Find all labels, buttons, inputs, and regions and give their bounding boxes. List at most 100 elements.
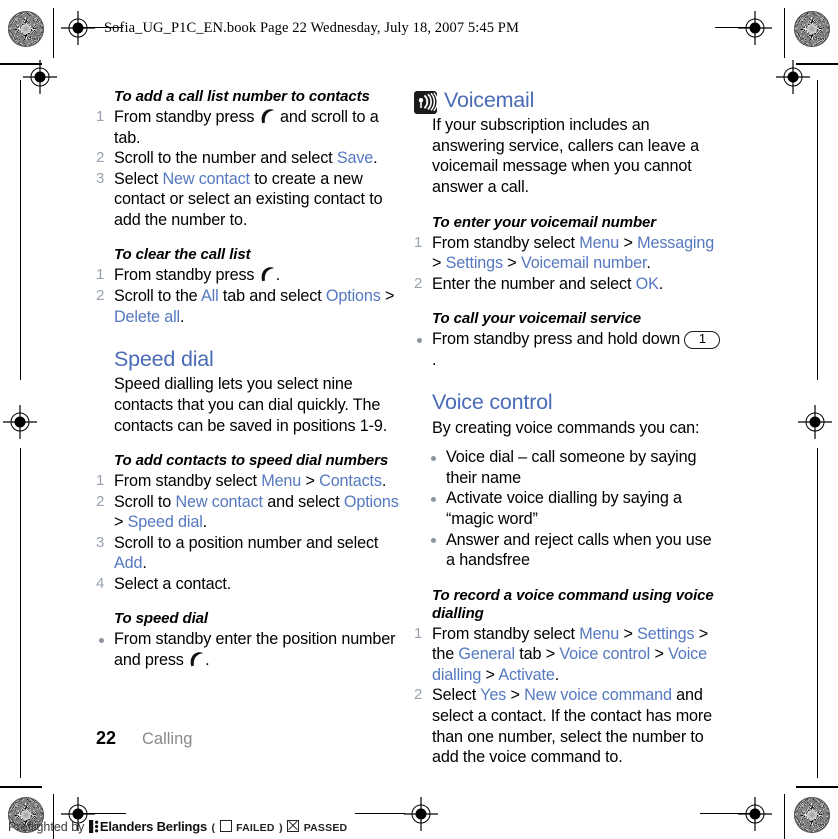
procedure-step: 1 From standby press .: [96, 266, 281, 285]
page-content: To add a call list number to contacts 1F…: [0, 0, 838, 839]
steps-add-call-list-number: 1 From standby press and scroll to a tab.…: [96, 107, 403, 230]
steps-add-contacts-speed-dial: 1 From standby select Menu > Contacts. 2 Sc…: [96, 471, 403, 594]
preflight-prefix: Preflighted by: [8, 820, 85, 834]
step-number: 2: [96, 149, 105, 167]
keypad-key-1: 1: [684, 331, 721, 350]
step-number: 1: [414, 233, 423, 251]
call-handset-icon: [259, 267, 276, 282]
procedure-step: 2 Scroll to the All tab and select Option…: [96, 286, 395, 326]
preflight-close-paren: ): [279, 822, 283, 834]
section-body-speed-dial: Speed dialling lets you select nine cont…: [114, 375, 388, 435]
menu-reference: General: [458, 645, 515, 664]
menu-reference: Options: [343, 492, 399, 511]
menu-reference: New voice command: [524, 686, 672, 705]
menu-reference: All: [200, 286, 219, 305]
bullet-dot-icon: [431, 538, 436, 544]
elanders-logo-icon: [88, 820, 100, 833]
menu-reference: Voice control: [559, 645, 651, 664]
menu-reference: New contact: [162, 169, 250, 188]
preflight-bar: Preflighted by Elanders Berlings ( FAILE…: [8, 818, 347, 836]
footer-page-number: 22: [96, 728, 117, 748]
menu-reference: Settings: [637, 624, 695, 643]
step-number: 1: [96, 266, 105, 284]
bullet-item: From standby enter the position number a…: [96, 629, 403, 670]
call-handset-icon: [188, 652, 205, 667]
voicemail-icon: [414, 91, 437, 114]
procedure-heading-record-voice-command: To record a voice command using voice di…: [432, 586, 714, 622]
page-footer: 22 Calling: [96, 728, 192, 749]
step-number: 3: [96, 169, 105, 187]
procedure-step: 1 From standby select Menu > Settings > t…: [414, 624, 709, 684]
bullet-item: Activate voice dialling by saying a “mag…: [414, 488, 721, 529]
step-number: 2: [414, 686, 423, 704]
step-number: 1: [414, 624, 423, 642]
bullet-dot-icon: [431, 455, 436, 461]
menu-reference: Voicemail number: [520, 254, 647, 273]
call-handset-icon: [259, 109, 276, 124]
menu-reference: Contacts: [319, 472, 382, 491]
menu-reference: Menu: [579, 624, 620, 643]
section-title-speed-dial: Speed dial: [114, 347, 214, 372]
bullet-dot-icon: [431, 496, 436, 502]
section-body-voice-control: By creating voice commands you can:: [432, 418, 700, 437]
procedure-heading-call-voicemail-service: To call your voicemail service: [432, 310, 642, 328]
menu-reference: OK: [635, 274, 659, 293]
preflight-failed-checkbox[interactable]: [219, 820, 232, 832]
section-body-voicemail: If your subscription includes an answeri…: [432, 116, 699, 197]
preflight-failed-label: FAILED: [236, 822, 275, 834]
procedure-step: 1 From standby press and scroll to a tab.: [96, 108, 379, 147]
bullet-dot-icon: [417, 337, 422, 343]
procedure-step: 2 Enter the number and select OK.: [414, 274, 664, 293]
menu-reference: Messaging: [637, 233, 715, 252]
procedure-step: 2 Scroll to New contact and select Option…: [96, 492, 399, 532]
menu-reference: Options: [325, 286, 381, 305]
step-number: 2: [414, 274, 423, 292]
preflight-passed-label: PASSED: [303, 822, 348, 834]
step-number: 2: [96, 286, 105, 304]
right-column: Voicemail If your subscription includes …: [414, 88, 721, 768]
bullets-to-speed-dial: From standby enter the position number a…: [96, 629, 403, 670]
procedure-step: 1 From standby select Menu > Messaging > …: [414, 233, 715, 273]
menu-reference: Yes: [480, 686, 507, 705]
procedure-heading-clear-call-list: To clear the call list: [114, 246, 251, 264]
bullets-voice-control-capabilities: Voice dial – call someone by saying thei…: [414, 447, 721, 570]
bullet-item: Voice dial – call someone by saying thei…: [414, 447, 721, 488]
menu-reference: Menu: [261, 472, 302, 491]
procedure-step: 2 Scroll to the number and select Save.: [96, 149, 378, 168]
preflight-passed-checkbox[interactable]: [287, 820, 300, 832]
bullet-item: Answer and reject calls when you use a h…: [414, 530, 721, 571]
menu-reference: Speed dial: [127, 513, 203, 532]
procedure-heading-add-contacts-speed-dial: To add contacts to speed dial numbers: [114, 452, 389, 470]
procedure-step: 4 Select a contact.: [96, 574, 232, 593]
bullet-dot-icon: [99, 637, 104, 643]
menu-reference: Save: [336, 149, 374, 168]
step-number: 2: [96, 492, 105, 510]
procedure-step: 3 Scroll to a position number and select …: [96, 533, 379, 573]
procedure-step: 2 Select Yes > New voice command and sele…: [414, 686, 712, 767]
preflight-open-paren: (: [211, 822, 216, 834]
left-column: To add a call list number to contacts 1F…: [96, 88, 403, 671]
procedure-heading-add-call-list-number: To add a call list number to contacts: [114, 88, 370, 105]
menu-reference: Activate: [498, 665, 555, 684]
step-number: 4: [96, 574, 105, 592]
procedure-heading-to-speed-dial: To speed dial: [114, 610, 208, 628]
bullets-call-voicemail-service: From standby press and hold down 1.: [414, 329, 721, 370]
footer-chapter-name: Calling: [142, 730, 193, 748]
bullet-item: From standby press and hold down 1.: [414, 329, 721, 370]
menu-reference: Menu: [579, 233, 620, 252]
menu-reference: Delete all: [114, 307, 180, 326]
procedure-step: 1 From standby select Menu > Contacts.: [96, 472, 387, 491]
step-number: 1: [96, 472, 105, 490]
steps-enter-voicemail-number: 1 From standby select Menu > Messaging > …: [414, 233, 721, 295]
step-number: 1: [96, 108, 105, 125]
menu-reference: Settings: [445, 254, 503, 273]
section-title-voicemail: Voicemail: [444, 88, 535, 112]
menu-reference: Add: [114, 554, 143, 573]
steps-record-voice-command: 1 From standby select Menu > Settings > t…: [414, 624, 721, 768]
menu-reference: New contact: [175, 492, 263, 511]
procedure-step: 3 Select New contact to create a new cont…: [96, 169, 383, 229]
steps-clear-call-list: 1 From standby press . 2 Scroll to the All …: [96, 265, 403, 327]
step-number: 3: [96, 533, 105, 551]
section-title-voice-control: Voice control: [432, 390, 553, 415]
preflight-brand: Elanders Berlings: [99, 819, 208, 834]
